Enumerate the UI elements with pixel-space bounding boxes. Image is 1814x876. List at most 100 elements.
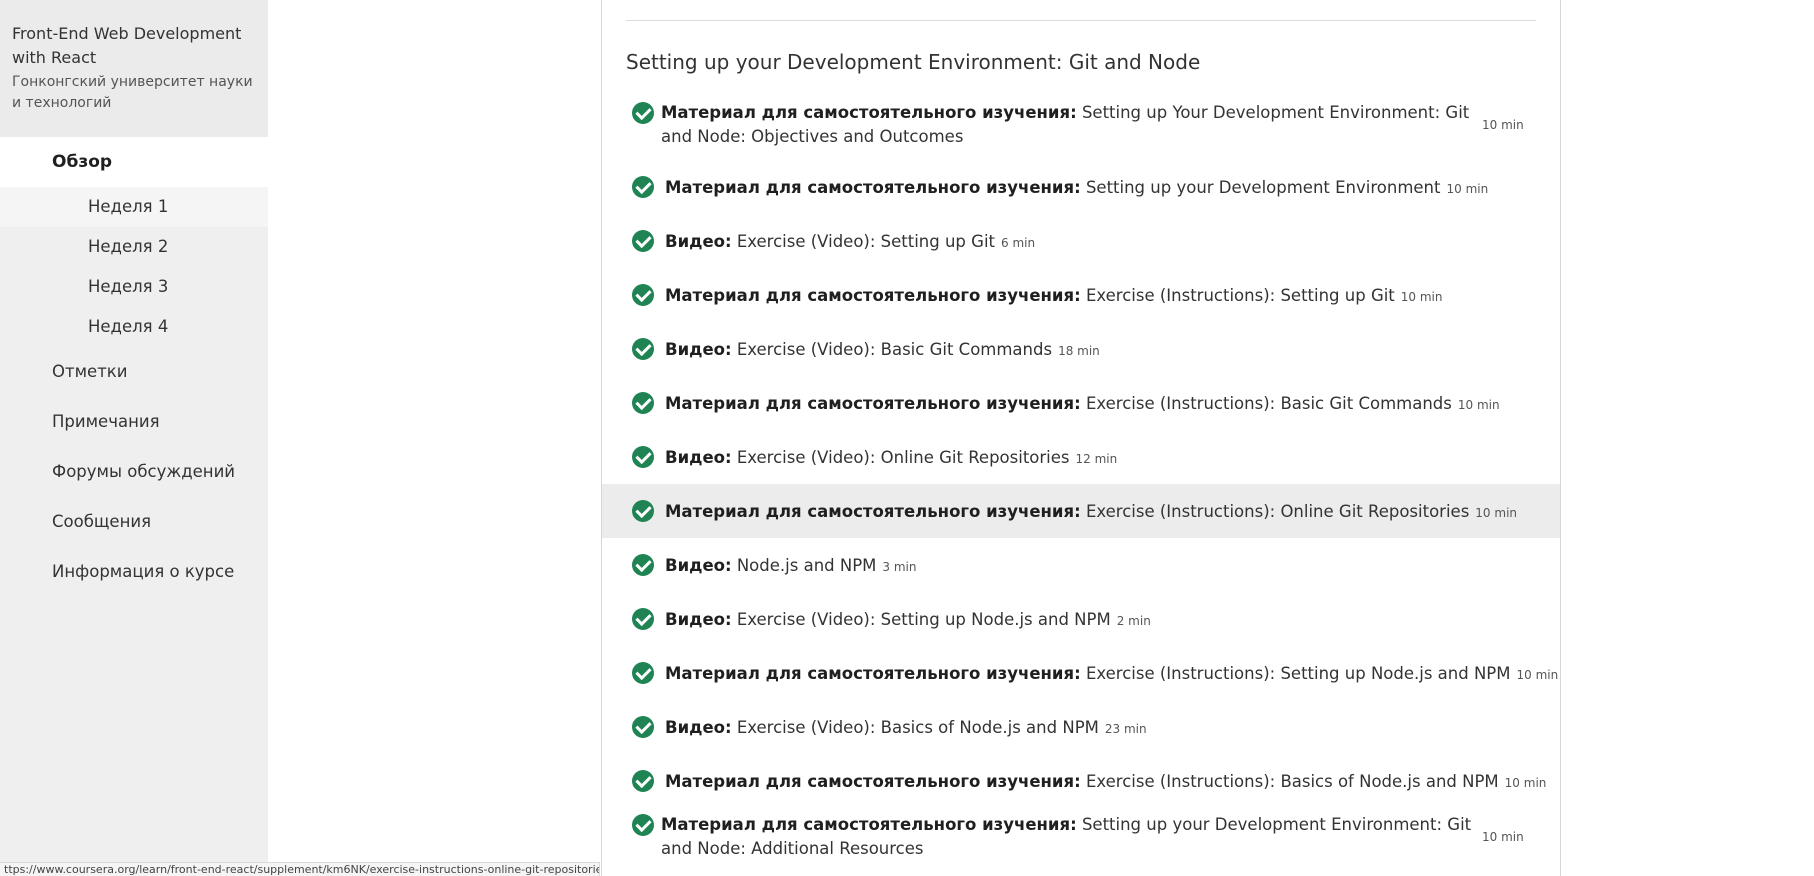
lesson-duration: 18 min (1058, 344, 1100, 358)
nav-messages[interactable]: Сообщения (0, 497, 268, 547)
nav-discussion-forums[interactable]: Форумы обсуждений (0, 447, 268, 497)
lesson-item[interactable]: Материал для самостоятельного изучения: … (602, 646, 1560, 700)
completed-check-icon (632, 284, 654, 306)
completed-check-icon (632, 608, 654, 630)
course-header: Front-End Web Development with React Гон… (0, 0, 268, 137)
lesson-text: Видео: Exercise (Video): Basic Git Comma… (665, 339, 1100, 362)
lesson-title: Exercise (Video): Basics of Node.js and … (736, 718, 1099, 737)
lesson-kind: Материал для самостоятельного изучения: (665, 178, 1081, 197)
lesson-item[interactable]: Материал для самостоятельного изучения: … (602, 754, 1560, 808)
completed-check-icon (632, 814, 654, 836)
completed-check-icon (632, 554, 654, 576)
lesson-kind: Материал для самостоятельного изучения: (665, 772, 1081, 791)
lesson-duration: 10 min (1516, 668, 1559, 682)
completed-check-icon (632, 392, 654, 414)
lesson-duration: 10 min (1446, 182, 1489, 196)
lesson-duration: 12 min (1075, 452, 1118, 466)
lesson-duration: 23 min (1104, 722, 1147, 736)
lesson-text: Видео: Exercise (Video): Setting up Node… (665, 609, 1151, 632)
completed-check-icon (632, 446, 654, 468)
lesson-duration: 10 min (1482, 830, 1524, 844)
lesson-kind: Видео: (665, 232, 732, 251)
completed-check-icon (632, 770, 654, 792)
lesson-text: Материал для самостоятельного изучения: … (665, 771, 1546, 794)
lesson-duration: 2 min (1116, 614, 1151, 628)
lesson-text: Видео: Exercise (Video): Online Git Repo… (665, 447, 1117, 470)
course-sidebar: Front-End Web Development with React Гон… (0, 0, 268, 876)
lesson-text: Материал для самостоятельного изучения: … (665, 393, 1500, 416)
lesson-kind: Видео: (665, 610, 732, 629)
lesson-kind: Материал для самостоятельного изучения: (665, 286, 1081, 305)
lesson-kind: Видео: (665, 448, 732, 467)
lesson-text: Материал для самостоятельного изучения: … (661, 813, 1481, 861)
lesson-title: Exercise (Video): Basic Git Commands (736, 340, 1053, 359)
nav-course-info[interactable]: Информация о курсе (0, 547, 268, 597)
lesson-item[interactable]: Материал для самостоятельного изучения: … (602, 96, 1560, 160)
lesson-kind: Материал для самостоятельного изучения: (665, 394, 1081, 413)
lesson-title: Exercise (Video): Setting up Git (736, 232, 995, 251)
lesson-item[interactable]: Видео: Exercise (Video): Setting up Node… (602, 592, 1560, 646)
lesson-item[interactable]: Видео: Exercise (Video): Basics of Node.… (602, 700, 1560, 754)
lesson-kind: Видео: (665, 556, 732, 575)
completed-check-icon (632, 716, 654, 738)
university-name: Гонконгский университет науки и технолог… (12, 74, 253, 111)
lesson-item[interactable]: Материал для самостоятельного изучения: … (602, 808, 1560, 872)
lesson-kind: Материал для самостоятельного изучения: (665, 664, 1081, 683)
lesson-duration: 10 min (1457, 398, 1500, 412)
lesson-duration: 6 min (1001, 236, 1036, 250)
completed-check-icon (632, 176, 654, 198)
completed-check-icon (632, 230, 654, 252)
lesson-text: Материал для самостоятельного изучения: … (665, 663, 1558, 686)
completed-check-icon (632, 500, 654, 522)
completed-check-icon (632, 102, 654, 124)
lesson-text: Материал для самостоятельного изучения: … (665, 285, 1443, 308)
lesson-text: Видео: Node.js and NPM 3 min (665, 555, 916, 578)
nav-week-3[interactable]: Неделя 3 (0, 267, 268, 307)
completed-check-icon (632, 662, 654, 684)
lesson-title: Exercise (Instructions): Setting up Git (1085, 286, 1395, 305)
nav-overview[interactable]: Обзор (0, 137, 268, 187)
lesson-item[interactable]: Материал для самостоятельного изучения: … (602, 268, 1560, 322)
lesson-kind: Материал для самостоятельного изучения: (661, 103, 1077, 122)
lesson-duration: 10 min (1504, 776, 1547, 790)
nav-grades[interactable]: Отметки (0, 347, 268, 397)
nav-week-4[interactable]: Неделя 4 (0, 307, 268, 347)
lesson-title: Exercise (Instructions): Setting up Node… (1085, 664, 1511, 683)
lesson-text: Видео: Exercise (Video): Setting up Git 6… (665, 231, 1035, 254)
lesson-item[interactable]: Видео: Exercise (Video): Setting up Git 6… (602, 214, 1560, 268)
lesson-kind: Материал для самостоятельного изучения: (661, 815, 1077, 834)
week-content-panel: Setting up your Development Environment:… (601, 0, 1561, 876)
lesson-duration: 3 min (882, 560, 917, 574)
lesson-title: Exercise (Instructions): Online Git Repo… (1085, 502, 1470, 521)
nav-week-2[interactable]: Неделя 2 (0, 227, 268, 267)
lesson-list: Материал для самостоятельного изучения: … (602, 96, 1560, 872)
lesson-duration: 10 min (1475, 506, 1518, 520)
browser-status-url: ttps://www.coursera.org/learn/front-end-… (0, 862, 600, 876)
lesson-item-hovered[interactable]: Материал для самостоятельного изучения: … (602, 484, 1560, 538)
course-title[interactable]: Front-End Web Development with React (12, 22, 256, 70)
lesson-text: Видео: Exercise (Video): Basics of Node.… (665, 717, 1147, 740)
lesson-item[interactable]: Материал для самостоятельного изучения: … (602, 160, 1560, 214)
nav-week-1[interactable]: Неделя 1 (0, 187, 268, 227)
section-divider (626, 20, 1536, 21)
lesson-title: Node.js and NPM (736, 556, 877, 575)
completed-check-icon (632, 338, 654, 360)
lesson-duration: 10 min (1482, 118, 1524, 132)
lesson-kind: Материал для самостоятельного изучения: (665, 502, 1081, 521)
lesson-duration: 10 min (1400, 290, 1443, 304)
lesson-title: Exercise (Video): Setting up Node.js and… (736, 610, 1111, 629)
lesson-title: Exercise (Video): Online Git Repositorie… (736, 448, 1070, 467)
lesson-item[interactable]: Материал для самостоятельного изучения: … (602, 376, 1560, 430)
lesson-item[interactable]: Видео: Node.js and NPM 3 min (602, 538, 1560, 592)
lesson-title: Exercise (Instructions): Basics of Node.… (1085, 772, 1499, 791)
section-title: Setting up your Development Environment:… (626, 50, 1201, 74)
lesson-title: Setting up your Development Environment (1085, 178, 1441, 197)
lesson-text: Материал для самостоятельного изучения: … (661, 101, 1481, 149)
lesson-item[interactable]: Видео: Exercise (Video): Basic Git Comma… (602, 322, 1560, 376)
lesson-item[interactable]: Видео: Exercise (Video): Online Git Repo… (602, 430, 1560, 484)
lesson-kind: Видео: (665, 718, 732, 737)
nav-notes[interactable]: Примечания (0, 397, 268, 447)
lesson-kind: Видео: (665, 340, 732, 359)
lesson-text: Материал для самостоятельного изучения: … (665, 177, 1488, 200)
lesson-text: Материал для самостоятельного изучения: … (665, 501, 1517, 524)
